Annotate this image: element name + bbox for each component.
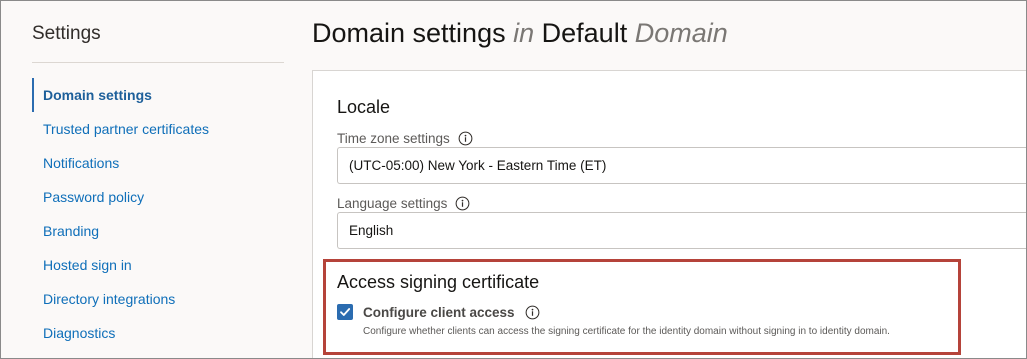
page-title-main: Domain settings	[312, 18, 506, 48]
sidebar-item-notifications[interactable]: Notifications	[32, 146, 284, 180]
sidebar-item-diagnostics[interactable]: Diagnostics	[32, 316, 284, 350]
page-title: Domain settings in Default Domain	[312, 18, 728, 49]
page-title-domain-word: Domain	[634, 18, 728, 48]
app-frame: Settings Domain settings Trusted partner…	[0, 0, 1027, 359]
timezone-select[interactable]: (UTC-05:00) New York - Eastern Time (ET)	[337, 147, 1026, 184]
info-icon[interactable]	[458, 131, 473, 146]
highlight-callout	[323, 259, 961, 355]
info-icon[interactable]	[455, 196, 470, 211]
timezone-label: Time zone settings	[337, 131, 473, 146]
sidebar-title: Settings	[32, 23, 101, 44]
language-label-text: Language settings	[337, 196, 448, 211]
sidebar-item-hosted-sign-in[interactable]: Hosted sign in	[32, 248, 284, 282]
page-title-domain-name: Default	[541, 18, 628, 48]
language-select[interactable]: English	[337, 212, 1026, 249]
timezone-label-text: Time zone settings	[337, 131, 450, 146]
locale-section-title: Locale	[337, 97, 391, 117]
sidebar-item-trusted-partner-certificates[interactable]: Trusted partner certificates	[32, 112, 284, 146]
sidebar-divider	[32, 62, 284, 63]
language-label: Language settings	[337, 196, 470, 211]
settings-sidebar: Settings Domain settings Trusted partner…	[1, 1, 301, 358]
sidebar-item-directory-integrations[interactable]: Directory integrations	[32, 282, 284, 316]
sidebar-item-password-policy[interactable]: Password policy	[32, 180, 284, 214]
sidebar-item-domain-settings[interactable]: Domain settings	[32, 78, 284, 112]
settings-nav: Domain settings Trusted partner certific…	[32, 78, 284, 350]
sidebar-item-branding[interactable]: Branding	[32, 214, 284, 248]
page-title-in: in	[513, 18, 535, 48]
